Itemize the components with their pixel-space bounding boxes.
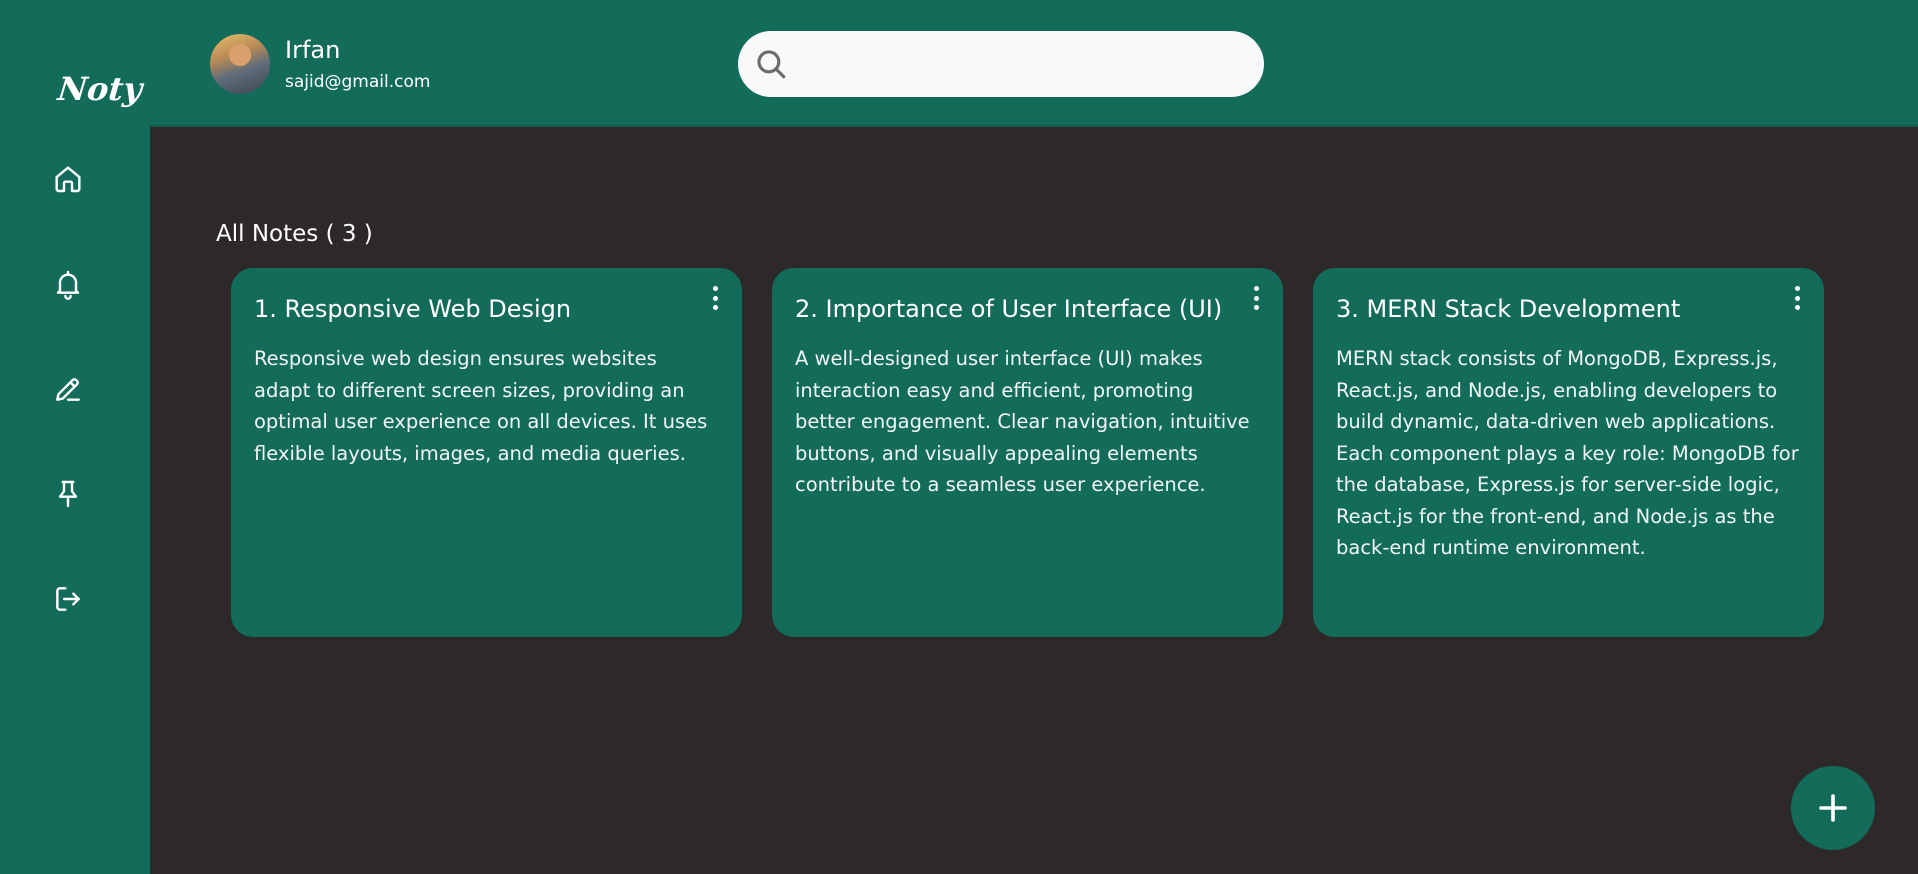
- sidebar-item-logout[interactable]: [50, 581, 86, 617]
- note-body: Responsive web design ensures websites a…: [254, 347, 708, 465]
- search-bar[interactable]: [738, 31, 1264, 97]
- note-card[interactable]: 3. MERN Stack Development MERN stack con…: [1313, 268, 1824, 637]
- section-title: All Notes ( 3 ): [216, 221, 373, 247]
- search-icon: [757, 50, 786, 79]
- bell-icon: [56, 270, 80, 300]
- more-options-icon[interactable]: [708, 286, 722, 310]
- sidebar-item-pinned[interactable]: [50, 476, 86, 512]
- add-note-button[interactable]: [1791, 766, 1875, 850]
- logout-icon: [56, 587, 80, 611]
- more-options-icon[interactable]: [1249, 286, 1263, 310]
- avatar[interactable]: [210, 34, 270, 94]
- header: Irfan sajid@gmail.com: [150, 0, 1918, 127]
- note-title: 3. MERN Stack Development: [1336, 295, 1681, 323]
- note-card[interactable]: 1. Responsive Web Design Responsive web …: [231, 268, 742, 637]
- note-body: A well-designed user interface (UI) make…: [795, 347, 1250, 496]
- note-body: MERN stack consists of MongoDB, Express.…: [1336, 347, 1799, 559]
- sidebar-item-edit[interactable]: [50, 371, 86, 407]
- user-email: sajid@gmail.com: [285, 72, 431, 92]
- search-input[interactable]: [800, 51, 1240, 77]
- app-logo: Noty: [56, 70, 144, 108]
- pencil-icon: [56, 378, 80, 401]
- note-title: 2. Importance of User Interface (UI): [795, 295, 1223, 323]
- note-title: 1. Responsive Web Design: [254, 295, 572, 323]
- sidebar-item-home[interactable]: [50, 161, 86, 197]
- note-card[interactable]: 2. Importance of User Interface (UI) A w…: [772, 268, 1283, 637]
- user-name: Irfan: [285, 36, 341, 64]
- pin-icon: [58, 480, 78, 508]
- more-options-icon[interactable]: [1790, 286, 1804, 310]
- sidebar: Noty: [0, 0, 150, 874]
- sidebar-item-notifications[interactable]: [50, 266, 86, 302]
- home-icon: [55, 166, 81, 193]
- plus-icon: [1819, 794, 1847, 822]
